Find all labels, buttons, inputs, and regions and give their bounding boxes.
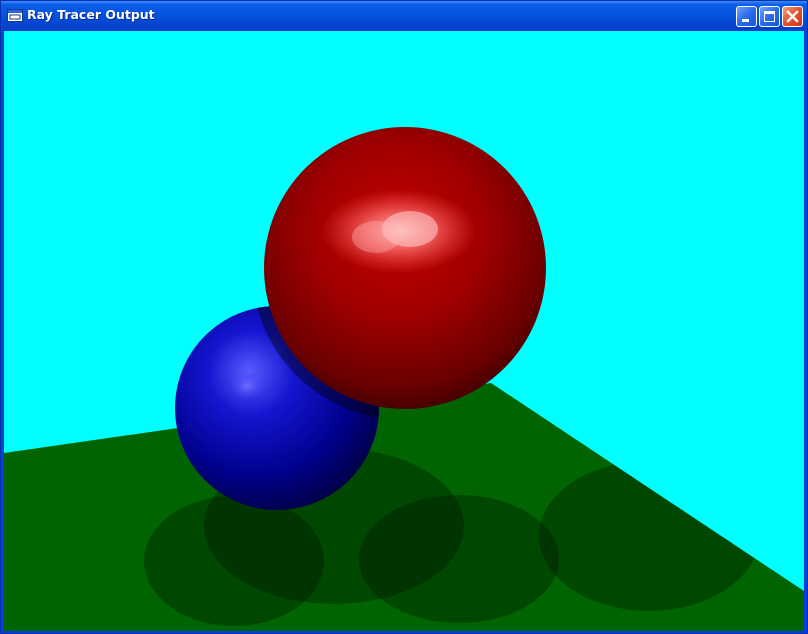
title-bar[interactable]: Ray Tracer Output bbox=[1, 1, 807, 31]
close-icon bbox=[786, 10, 799, 23]
minimize-button[interactable] bbox=[736, 6, 757, 27]
close-button[interactable] bbox=[782, 6, 803, 27]
app-window: Ray Tracer Output bbox=[0, 0, 808, 634]
ray-traced-scene bbox=[4, 31, 804, 631]
window-app-icon bbox=[7, 9, 23, 22]
red-sphere bbox=[264, 127, 546, 409]
maximize-icon bbox=[764, 11, 775, 22]
maximize-button[interactable] bbox=[759, 6, 780, 27]
window-title: Ray Tracer Output bbox=[27, 7, 155, 22]
minimize-icon bbox=[742, 19, 749, 22]
render-canvas bbox=[4, 31, 804, 631]
